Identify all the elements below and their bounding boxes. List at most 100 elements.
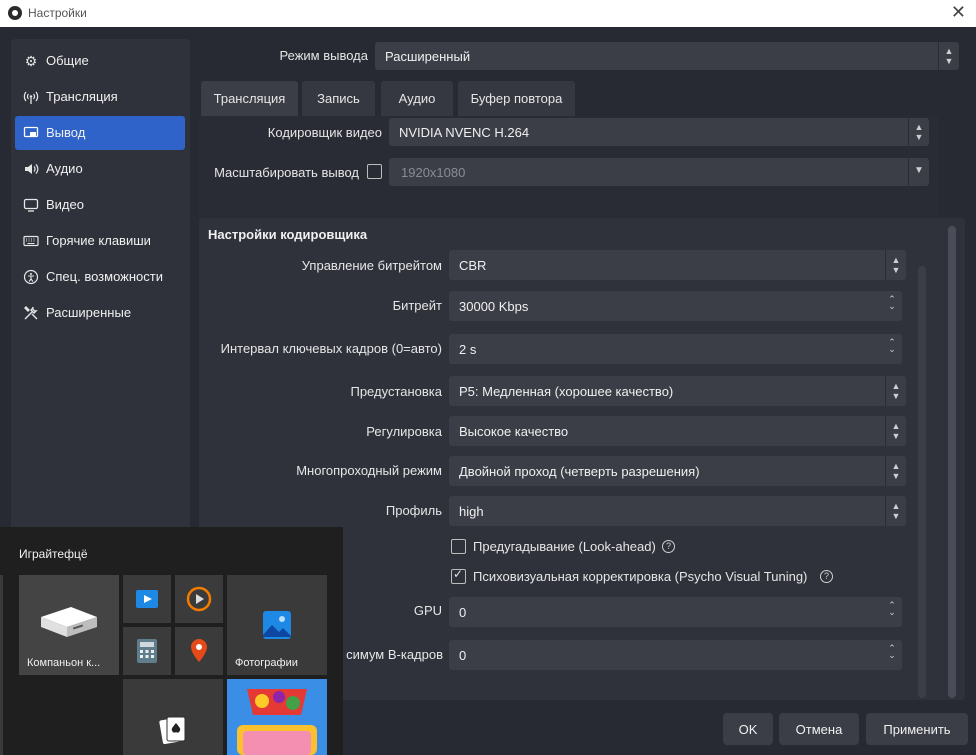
gpu-spinbox[interactable]: 0 ⌃ ⌄ — [449, 597, 902, 627]
keyframe-spinbox[interactable]: 2 s ⌃ ⌄ — [449, 334, 902, 364]
calculator-icon — [137, 639, 157, 663]
window-title: Настройки — [28, 6, 87, 20]
media-player-icon — [186, 586, 212, 612]
output-mode-select[interactable]: Расширенный ▲ ▼ — [375, 42, 959, 70]
apply-button[interactable]: Применить — [866, 713, 968, 745]
sidebar-item-output[interactable]: Вывод — [15, 116, 185, 150]
keyframe-value: 2 s — [459, 342, 477, 357]
ok-label: OK — [738, 722, 758, 737]
gpu-label: GPU — [413, 603, 442, 618]
sidebar-item-advanced[interactable]: Расширенные — [15, 296, 185, 330]
rescale-label: Масштабировать вывод — [214, 165, 359, 180]
ok-button[interactable]: OK — [723, 713, 773, 745]
page-scrollbar[interactable] — [948, 226, 956, 698]
sidebar-item-label: Трансляция — [46, 89, 118, 104]
help-icon[interactable]: ? — [820, 570, 833, 583]
sidebar-item-stream[interactable]: Трансляция — [15, 80, 185, 114]
tab-label: Буфер повтора — [470, 91, 563, 106]
title-bar: Настройки ✕ — [0, 0, 976, 27]
start-menu-overlay: Играйтефцё Компаньон к... Фотографии — [0, 527, 343, 755]
rate-control-label: Управление битрейтом — [301, 258, 442, 273]
lookahead-checkbox[interactable] — [451, 539, 466, 554]
sidebar-item-label: Общие — [46, 53, 89, 68]
updown-arrows-icon: ▲ ▼ — [908, 118, 929, 146]
psycho-visual-label: Психовизуальная корректировка (Psycho Vi… — [473, 569, 808, 584]
start-menu-group-header: Играйтефцё — [19, 547, 88, 561]
multipass-value: Двойной проход (четверть разрешения) — [459, 464, 700, 479]
tile-solitaire[interactable] — [123, 679, 223, 755]
cancel-button[interactable]: Отмена — [779, 713, 859, 745]
tab-recording[interactable]: Запись — [302, 81, 375, 116]
tile-media-player[interactable] — [175, 575, 223, 623]
sidebar-item-hotkeys[interactable]: Горячие клавиши — [15, 224, 185, 258]
tab-stream[interactable]: Трансляция — [201, 81, 298, 118]
sidebar-item-audio[interactable]: Аудио — [15, 152, 185, 186]
sidebar-item-label: Расширенные — [46, 305, 132, 320]
updown-arrows-icon: ▲ ▼ — [885, 416, 906, 446]
tile-maps[interactable] — [175, 627, 223, 675]
bframes-spinbox[interactable]: 0 ⌃ ⌄ — [449, 640, 902, 670]
multipass-select[interactable]: Двойной проход (четверть разрешения) ▲ ▼ — [449, 456, 906, 486]
sidebar-item-label: Аудио — [46, 161, 83, 176]
tile-candy-crush[interactable] — [227, 679, 327, 755]
antenna-icon — [23, 89, 39, 105]
tile-edge — [0, 575, 3, 755]
updown-arrows-icon: ▲ ▼ — [938, 42, 959, 70]
tab-audio[interactable]: Аудио — [381, 81, 453, 116]
scrollbar-thumb[interactable] — [948, 226, 956, 698]
updown-arrows-icon: ▲ ▼ — [885, 376, 906, 406]
rate-control-select[interactable]: CBR ▲ ▼ — [449, 250, 906, 280]
tuning-label: Регулировка — [366, 424, 442, 439]
spin-arrows-icon[interactable]: ⌃ ⌄ — [882, 334, 902, 364]
preset-select[interactable]: P5: Медленная (хорошее качество) ▲ ▼ — [449, 376, 906, 406]
sidebar-item-label: Горячие клавиши — [46, 233, 151, 248]
tuning-select[interactable]: Высокое качество ▲ ▼ — [449, 416, 906, 446]
output-mode-label: Режим вывода — [279, 48, 368, 63]
encoder-label: Кодировщик видео — [267, 125, 382, 140]
cancel-label: Отмена — [795, 722, 843, 737]
tab-label: Трансляция — [213, 91, 286, 106]
tile-photos[interactable]: Фотографии — [227, 575, 327, 675]
keyboard-icon — [23, 233, 39, 249]
spin-arrows-icon[interactable]: ⌃ ⌄ — [882, 597, 902, 627]
updown-arrows-icon: ▲ ▼ — [885, 250, 906, 280]
rescale-checkbox[interactable] — [367, 164, 382, 179]
photos-icon — [263, 611, 291, 639]
tab-label: Запись — [317, 91, 360, 106]
tile-calculator[interactable] — [123, 627, 171, 675]
output-icon — [23, 125, 39, 141]
tools-icon — [23, 305, 39, 321]
close-icon[interactable]: ✕ — [951, 2, 966, 22]
help-icon[interactable]: ? — [662, 540, 675, 553]
encoder-select[interactable]: NVIDIA NVENC H.264 ▲ ▼ — [389, 118, 929, 146]
keyframe-label: Интервал ключевых кадров (0=авто) — [220, 341, 442, 356]
gpu-value: 0 — [459, 605, 467, 620]
lookahead-label: Предугадывание (Look-ahead) — [473, 539, 656, 554]
psycho-visual-checkbox[interactable] — [451, 567, 466, 584]
preset-value: P5: Медленная (хорошее качество) — [459, 384, 674, 399]
sidebar-item-accessibility[interactable]: Спец. возможности — [15, 260, 185, 294]
bitrate-spinbox[interactable]: 30000 Kbps ⌃ ⌄ — [449, 291, 902, 321]
bitrate-label: Битрейт — [392, 298, 442, 313]
tab-replay-buffer[interactable]: Буфер повтора — [458, 81, 575, 116]
spin-arrows-icon[interactable]: ⌃ ⌄ — [882, 640, 902, 670]
obs-logo-icon — [8, 6, 22, 20]
sidebar-item-video[interactable]: Видео — [15, 188, 185, 222]
updown-arrows-icon: ▲ ▼ — [885, 496, 906, 526]
preset-label: Предустановка — [350, 384, 442, 399]
updown-arrows-icon: ▲ ▼ — [885, 456, 906, 486]
sidebar-item-general[interactable]: ⚙ Общие — [15, 44, 185, 78]
chevron-down-icon: ▼ — [908, 158, 929, 186]
tile-companion-app[interactable]: Компаньон к... — [19, 575, 119, 675]
cards-icon — [159, 716, 186, 745]
rescale-resolution-select[interactable]: 1920x1080 ▼ — [389, 158, 929, 186]
sidebar-item-label: Спец. возможности — [46, 269, 163, 284]
spin-arrows-icon[interactable]: ⌃ ⌄ — [882, 291, 902, 321]
bframes-label: симум B-кадров — [346, 647, 443, 662]
tile-movies[interactable] — [123, 575, 171, 623]
candy-game-icon — [227, 679, 327, 755]
accessibility-icon — [23, 269, 39, 285]
profile-select[interactable]: high ▲ ▼ — [449, 496, 906, 526]
group-scrollbar[interactable] — [918, 266, 926, 698]
bitrate-value: 30000 Kbps — [459, 299, 529, 314]
